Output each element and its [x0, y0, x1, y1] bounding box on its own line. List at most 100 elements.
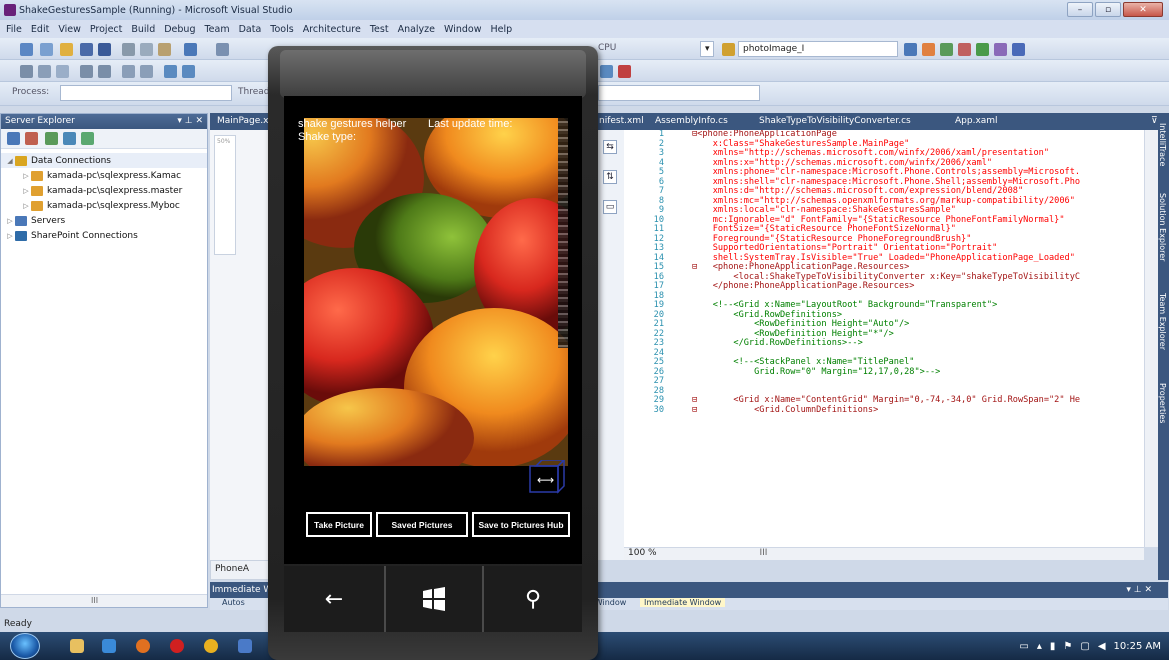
panel-pin-controls[interactable]: ▾ ⊥ ✕	[1126, 585, 1152, 595]
taskbar-firefox[interactable]	[128, 635, 158, 657]
tab-autos[interactable]: Autos	[222, 598, 245, 607]
taskbar-app[interactable]	[94, 635, 124, 657]
rail-team-explorer[interactable]: Team Explorer	[1158, 293, 1167, 350]
menu-team[interactable]: Team	[204, 24, 229, 35]
take-picture-button[interactable]: Take Picture	[306, 512, 372, 537]
solution-explorer-icon[interactable]	[922, 43, 935, 56]
menu-window[interactable]: Window	[444, 24, 481, 35]
zoom-slider[interactable]: 50%	[214, 135, 236, 255]
expand-arrow-icon[interactable]: ◢	[5, 157, 15, 165]
code-line[interactable]: 26 Grid.Row="0" Margin="12,17,0,28">-->	[624, 367, 1144, 378]
xaml-code-editor[interactable]: 1 ⊟<phone:PhoneApplicationPage 2 x:Class="…	[624, 130, 1144, 547]
process-combo[interactable]	[60, 85, 232, 101]
menu-data[interactable]: Data	[239, 24, 262, 35]
menu-file[interactable]: File	[6, 24, 22, 35]
menu-edit[interactable]: Edit	[31, 24, 49, 35]
close-button[interactable]: ✕	[1123, 2, 1163, 17]
code-line[interactable]: 27	[624, 376, 1144, 387]
bookmark-icon[interactable]	[164, 65, 177, 78]
save-all-icon[interactable]	[98, 43, 111, 56]
swap-panes-button[interactable]: ⇆	[603, 140, 617, 154]
quick-info-icon[interactable]	[20, 65, 33, 78]
network-icon[interactable]: ▮	[1050, 641, 1056, 652]
find-in-files-icon[interactable]	[722, 43, 735, 56]
taskbar-chrome[interactable]	[196, 635, 226, 657]
panel-pin-controls[interactable]: ▾ ⊥ ✕	[177, 116, 203, 127]
tab-manifest[interactable]: nifest.xml	[594, 115, 649, 129]
stack-frame-combo[interactable]	[598, 85, 760, 101]
save-to-pictures-hub-button[interactable]: Save to Pictures Hub	[472, 512, 570, 537]
new-project-icon[interactable]	[20, 43, 33, 56]
editor-vertical-scrollbar[interactable]	[1144, 130, 1158, 547]
rotate-emulator-icon[interactable]: ⟷	[528, 460, 566, 494]
code-line[interactable]: 17 </phone:PhoneApplicationPage.Resource…	[624, 281, 1144, 292]
param-info-icon[interactable]	[38, 65, 51, 78]
code-line[interactable]: 23 </Grid.RowDefinitions>-->	[624, 338, 1144, 349]
display-icon[interactable]: ▢	[1080, 641, 1089, 652]
tab-immediate-window[interactable]: Immediate Window	[640, 598, 726, 607]
config-dropdown-arrow[interactable]: ▾	[700, 41, 714, 57]
tab-converter[interactable]: ShakeTypeToVisibilityConverter.cs	[754, 115, 916, 129]
search-key-icon[interactable]: ⚲	[484, 566, 582, 632]
start-button[interactable]	[10, 633, 40, 659]
tree-item-connection[interactable]: ▷ kamada-pc\sqlexpress.Myboc	[1, 198, 207, 213]
toolbox-icon[interactable]	[976, 43, 989, 56]
keyboard-icon[interactable]: ▭	[1019, 641, 1028, 652]
find-combo[interactable]: photoImage_I	[738, 41, 898, 57]
vertical-split-button[interactable]: ⇅	[603, 170, 617, 184]
start-page-icon[interactable]	[1012, 43, 1025, 56]
windows-start-key-icon[interactable]	[386, 566, 482, 632]
menu-project[interactable]: Project	[90, 24, 123, 35]
tree-item-sharepoint[interactable]: ▷ SharePoint Connections	[1, 228, 207, 243]
add-item-icon[interactable]	[40, 43, 53, 56]
connect-database-icon[interactable]	[45, 132, 58, 145]
indent-icon[interactable]	[98, 65, 111, 78]
hscroll-grip[interactable]: III	[759, 548, 767, 558]
find-icon[interactable]	[904, 43, 917, 56]
minimize-button[interactable]: –	[1067, 2, 1093, 17]
menu-view[interactable]: View	[58, 24, 81, 35]
rail-solution-explorer[interactable]: Solution Explorer	[1158, 193, 1167, 261]
rail-intellitrace[interactable]: IntelliTrace	[1158, 123, 1167, 166]
clock[interactable]: 10:25 AM	[1114, 641, 1161, 652]
word-completion-icon[interactable]	[56, 65, 69, 78]
code-line[interactable]: 30 ⊟ <Grid.ColumnDefinitions>	[624, 405, 1144, 416]
redo-icon[interactable]	[216, 43, 229, 56]
rail-properties[interactable]: Properties	[1158, 383, 1167, 423]
taskbar-opera[interactable]	[162, 635, 192, 657]
refresh-icon[interactable]	[7, 132, 20, 145]
maximize-button[interactable]: ▫	[1095, 2, 1121, 17]
menu-help[interactable]: Help	[490, 24, 512, 35]
menu-test[interactable]: Test	[370, 24, 389, 35]
tree-item-servers[interactable]: ▷ Servers	[1, 213, 207, 228]
horizontal-scrollbar[interactable]: III	[1, 594, 207, 607]
taskbar-explorer[interactable]	[62, 635, 92, 657]
comment-icon[interactable]	[122, 65, 135, 78]
flag-icon[interactable]: ⚑	[1063, 641, 1072, 652]
editor-zoom[interactable]: 100 %	[628, 548, 657, 558]
properties-icon[interactable]	[940, 43, 953, 56]
tree-item-connection[interactable]: ▷ kamada-pc\sqlexpress.master	[1, 183, 207, 198]
menu-architecture[interactable]: Architecture	[303, 24, 361, 35]
paste-icon[interactable]	[158, 43, 171, 56]
menu-build[interactable]: Build	[131, 24, 155, 35]
collapse-arrow-icon[interactable]: ▷	[5, 217, 15, 225]
outdent-icon[interactable]	[80, 65, 93, 78]
extension-manager-icon[interactable]	[994, 43, 1007, 56]
stop-icon[interactable]	[618, 65, 631, 78]
collapse-arrow-icon[interactable]: ▷	[21, 172, 31, 180]
undo-icon[interactable]	[184, 43, 197, 56]
object-browser-icon[interactable]	[958, 43, 971, 56]
tab-assemblyinfo[interactable]: AssemblyInfo.cs	[650, 115, 733, 129]
taskbar-app-2[interactable]	[230, 635, 260, 657]
tree-item-connection[interactable]: ▷ kamada-pc\sqlexpress.Kamac	[1, 168, 207, 183]
menu-analyze[interactable]: Analyze	[398, 24, 435, 35]
menu-tools[interactable]: Tools	[270, 24, 293, 35]
collapse-arrow-icon[interactable]: ▷	[21, 202, 31, 210]
collapse-arrow-icon[interactable]: ▷	[5, 232, 15, 240]
connect-sharepoint-icon[interactable]	[81, 132, 94, 145]
stop-refresh-icon[interactable]	[25, 132, 38, 145]
cut-icon[interactable]	[122, 43, 135, 56]
volume-icon[interactable]: ◀	[1098, 641, 1106, 652]
save-icon[interactable]	[80, 43, 93, 56]
